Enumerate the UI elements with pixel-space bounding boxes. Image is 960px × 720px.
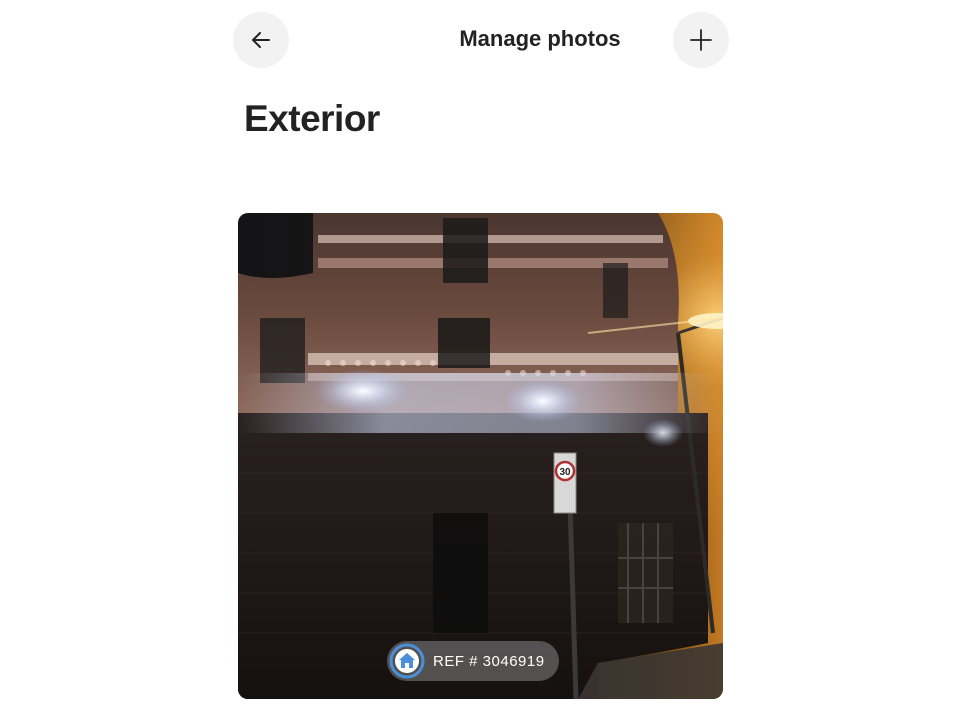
home-logo-icon bbox=[387, 641, 427, 681]
reference-number: REF # 3046919 bbox=[433, 652, 545, 670]
speed-sign-text: 30 bbox=[559, 467, 571, 478]
manage-photos-screen: Manage photos Exterior 30 REF # 3046919 bbox=[0, 0, 960, 720]
reference-badge: REF # 3046919 bbox=[387, 641, 559, 681]
page-title: Manage photos bbox=[459, 26, 621, 51]
building-photo: 30 bbox=[238, 213, 723, 699]
plus-icon bbox=[690, 29, 712, 51]
section-title: Exterior bbox=[244, 98, 380, 139]
arrow-left-icon bbox=[252, 32, 270, 48]
add-photo-button[interactable] bbox=[673, 12, 729, 68]
photo-card[interactable]: 30 REF # 3046919 bbox=[238, 213, 723, 699]
back-button[interactable] bbox=[233, 12, 289, 68]
